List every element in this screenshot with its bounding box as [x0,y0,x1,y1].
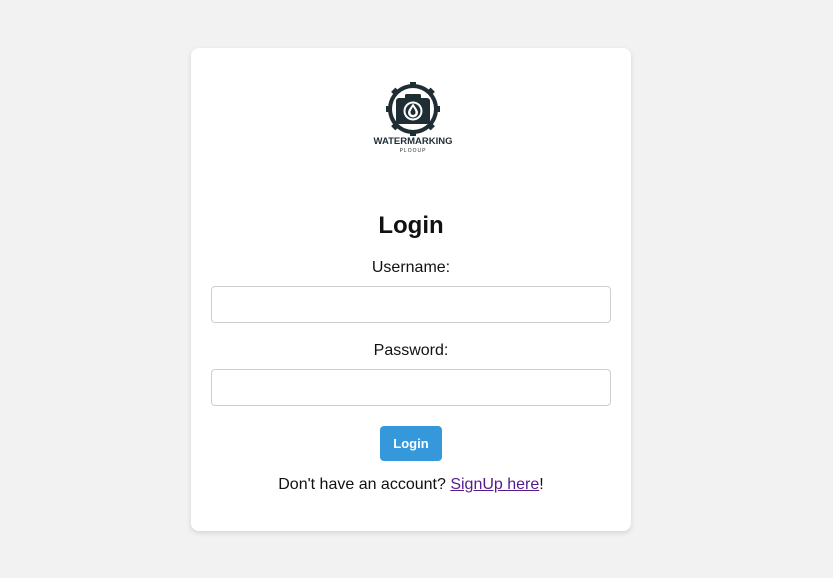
logo-sub-text: PLOOUP [400,148,427,154]
signup-suffix: ! [539,476,544,493]
watermarking-logo: WATERMARKING PLOOUP [372,82,454,154]
login-button[interactable]: Login [380,426,442,461]
password-label: Password: [373,342,449,359]
signup-link[interactable]: SignUp here [450,476,539,493]
logo-brand-text: WATERMARKING [374,136,453,147]
signup-prompt: Don't have an account? SignUp here! [191,476,631,494]
signup-prompt-text: Don't have an account? [278,476,446,493]
login-card: WATERMARKING PLOOUP Login Username: Pass… [191,48,631,531]
username-field[interactable] [211,286,611,323]
username-label: Username: [371,259,451,276]
password-field[interactable] [211,369,611,406]
camera-drop-gear-icon: WATERMARKING PLOOUP [374,82,453,154]
page-title: Login [378,212,444,239]
